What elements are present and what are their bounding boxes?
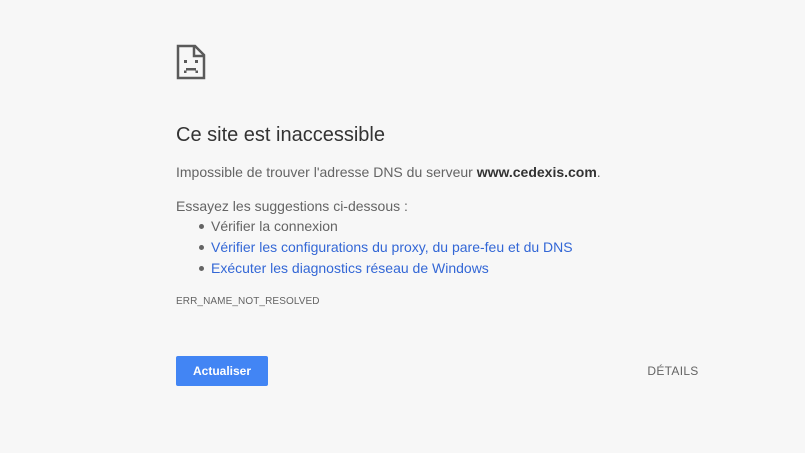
reload-button[interactable]: Actualiser [176,356,268,386]
details-button[interactable]: DÉTAILS [640,356,706,386]
error-code: ERR_NAME_NOT_RESOLVED [176,296,320,307]
suggestion-label: Vérifier la connexion [211,218,338,234]
suggestion-item-check-connection: Vérifier la connexion [199,216,573,237]
suggestion-item-network-diagnostics[interactable]: Exécuter les diagnostics réseau de Windo… [199,258,573,279]
suggestion-item-check-proxy[interactable]: Vérifier les configurations du proxy, du… [199,237,573,258]
page-title: Ce site est inaccessible [176,124,385,146]
error-description: Impossible de trouver l'adresse DNS du s… [176,162,601,182]
proxy-settings-link[interactable]: Vérifier les configurations du proxy, du… [211,239,573,255]
description-suffix: . [596,164,601,180]
suggestions-list: Vérifier la connexion Vérifier les confi… [176,216,573,279]
network-diagnostics-link[interactable]: Exécuter les diagnostics réseau de Windo… [211,260,489,276]
server-host: www.cedexis.com [476,164,597,180]
sad-page-icon [176,44,206,80]
description-prefix: Impossible de trouver l'adresse DNS du s… [176,164,477,180]
suggestions-heading: Essayez les suggestions ci-dessous : [176,198,408,214]
